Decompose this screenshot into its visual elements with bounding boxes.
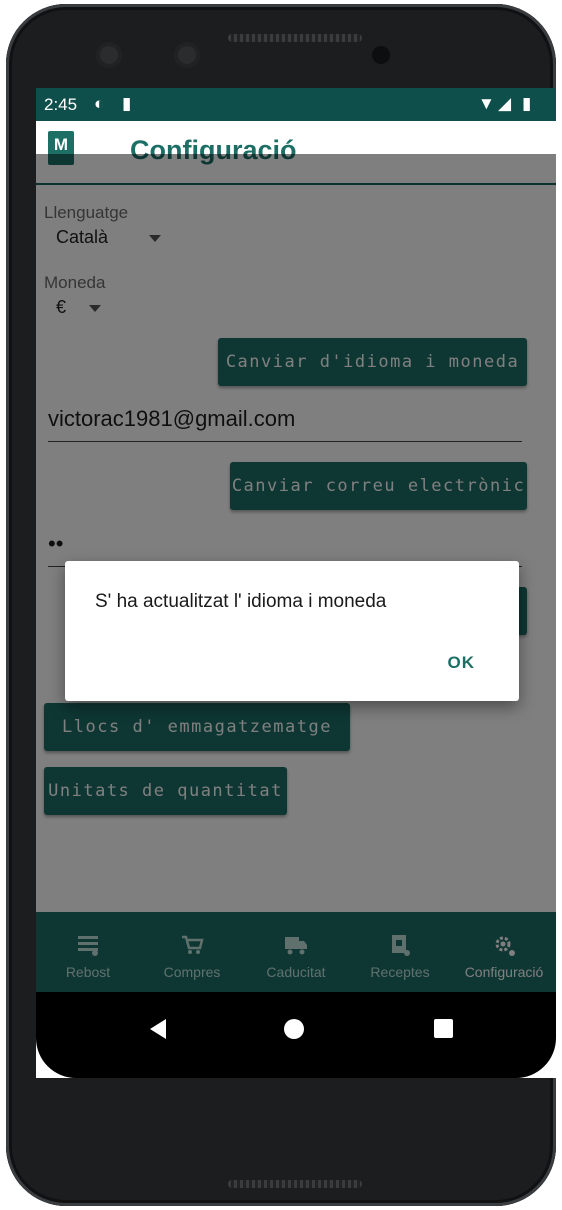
status-bar: 2:45 ◐ ▮ ▼ ◢ ▮ — [36, 88, 556, 121]
front-camera — [96, 42, 122, 68]
system-navigation-bar — [36, 992, 556, 1078]
wifi-icon: ▼ — [478, 94, 495, 113]
home-icon[interactable] — [284, 1019, 304, 1039]
earpiece-speaker — [228, 34, 362, 42]
bottom-speaker — [228, 1180, 362, 1188]
proximity-sensor — [372, 46, 390, 64]
screen: 2:45 ◐ ▮ ▼ ◢ ▮ M Configuració Llenguatge… — [36, 88, 556, 1078]
alert-dialog: S' ha actualitzat l' idioma i moneda OK — [65, 561, 519, 701]
status-time: 2:45 — [44, 95, 78, 114]
app-content: M Configuració Llenguatge Català Moneda … — [36, 121, 556, 1078]
dialog-message: S' ha actualitzat l' idioma i moneda — [95, 591, 387, 612]
recents-icon[interactable] — [434, 1019, 453, 1038]
signal-icon: ◢ — [498, 94, 512, 113]
front-camera-secondary — [174, 42, 200, 68]
data-saver-icon: ◐ — [94, 94, 105, 113]
back-icon[interactable] — [150, 1019, 166, 1039]
battery-icon: ▮ — [522, 94, 532, 113]
sd-card-icon: ▮ — [122, 94, 132, 113]
dialog-ok-button[interactable]: OK — [448, 653, 476, 673]
